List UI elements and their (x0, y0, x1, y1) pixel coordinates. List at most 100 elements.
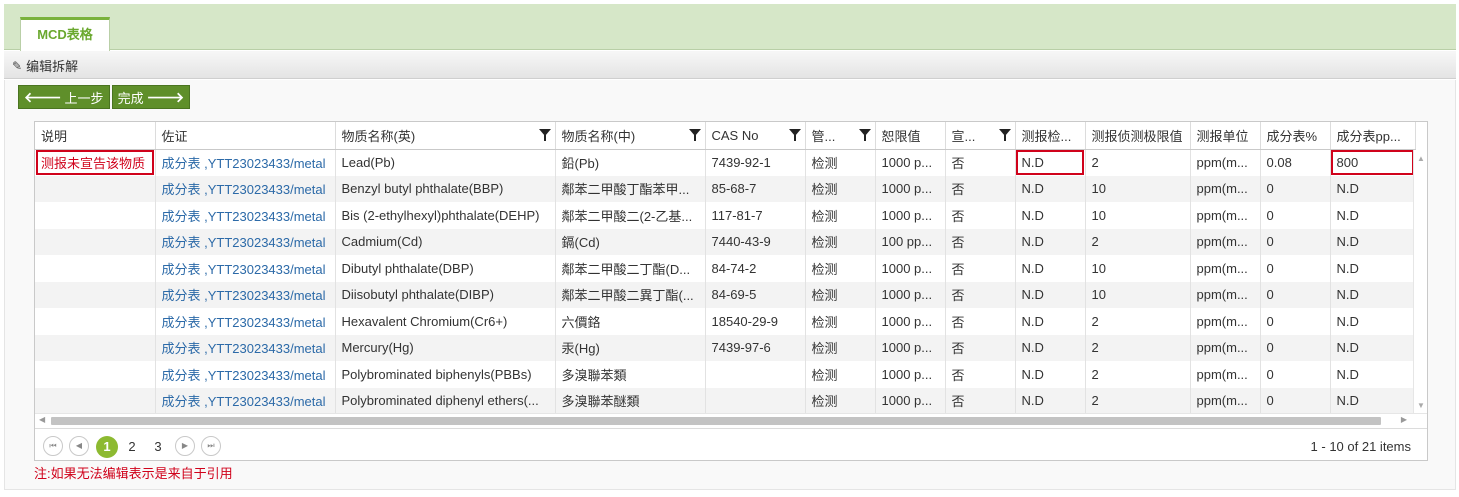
scroll-down-icon[interactable]: ▼ (1417, 401, 1425, 410)
cell-composition-percent: 0 (1260, 387, 1331, 414)
cell-report-unit: ppm(m... (1190, 308, 1261, 335)
cell-control: 检测 (805, 255, 876, 282)
table-row[interactable]: 成分表 ,YTT23023433/metal Mercury(Hg) 汞(Hg) 74… (35, 334, 1416, 361)
column-header-composition-ppm[interactable]: 成分表pp... (1330, 122, 1416, 150)
tab-bar: MCD表格 (4, 4, 1456, 51)
tab-mcd-table[interactable]: MCD表格 (20, 17, 110, 51)
cell-cas-no: 7439-92-1 (705, 149, 806, 176)
column-header-composition-percent[interactable]: 成分表% (1260, 122, 1331, 150)
filter-icon[interactable] (688, 129, 701, 141)
column-header-threshold[interactable]: 恕限值 (875, 122, 946, 150)
last-page-button[interactable]: ⏭ (201, 436, 221, 456)
first-page-button[interactable]: ⏮ (43, 436, 63, 456)
cell-evidence[interactable]: 成分表 ,YTT23023433/metal (155, 308, 336, 335)
table-row[interactable]: 成分表 ,YTT23023433/metal Bis (2-ethylhexyl)… (35, 202, 1416, 229)
cell-evidence[interactable]: 成分表 ,YTT23023433/metal (155, 149, 336, 176)
column-header-substance-cn[interactable]: 物质名称(中) (555, 122, 706, 150)
done-button[interactable]: 完成 🡒 (111, 85, 191, 109)
table-row[interactable]: 成分表 ,YTT23023433/metal Cadmium(Cd) 鎘(Cd) 74… (35, 228, 1416, 255)
cell-threshold: 1000 p... (875, 175, 946, 202)
cell-report-test: N.D (1015, 334, 1086, 361)
cell-substance-cn: 鎘(Cd) (555, 228, 706, 255)
cell-composition-percent: 0 (1260, 202, 1331, 229)
cell-composition-percent: 0 (1260, 334, 1331, 361)
cell-composition-ppm: 800 (1330, 149, 1416, 176)
cell-threshold: 100 pp... (875, 228, 946, 255)
cell-detection-limit: 2 (1085, 387, 1191, 414)
cell-threshold: 1000 p... (875, 361, 946, 388)
filter-icon[interactable] (538, 129, 551, 141)
cell-description (35, 175, 156, 202)
filter-icon[interactable] (998, 129, 1011, 141)
table-row[interactable]: 成分表 ,YTT23023433/metal Dibutyl phthalate(… (35, 255, 1416, 282)
filter-icon[interactable] (788, 129, 801, 141)
table-row[interactable]: 测报未宣告该物质 成分表 ,YTT23023433/metal Lead(Pb) 鉛(… (35, 149, 1416, 176)
cell-composition-percent: 0.08 (1260, 149, 1331, 176)
toolbar: ✎ 编辑拆解 (4, 51, 1456, 79)
column-header-substance-en[interactable]: 物质名称(英) (335, 122, 556, 150)
prev-page-button[interactable]: ◀ (69, 436, 89, 456)
next-page-button[interactable]: ▶ (175, 436, 195, 456)
horizontal-scrollbar[interactable]: ◀ ▶ (35, 413, 1427, 427)
cell-declared: 否 (945, 175, 1016, 202)
cell-declared: 否 (945, 281, 1016, 308)
scroll-up-icon[interactable]: ▲ (1417, 154, 1425, 163)
edit-icon: ✎ (12, 58, 23, 73)
cell-report-test: N.D (1015, 149, 1086, 176)
cell-substance-en: Hexavalent Chromium(Cr6+) (335, 308, 556, 335)
column-header-report-test[interactable]: 测报检... (1015, 122, 1086, 150)
column-header-control[interactable]: 管... (805, 122, 876, 150)
cell-threshold: 1000 p... (875, 308, 946, 335)
column-header-evidence[interactable]: 佐证 (155, 122, 336, 150)
cell-report-unit: ppm(m... (1190, 334, 1261, 361)
cell-report-test: N.D (1015, 281, 1086, 308)
table-row[interactable]: 成分表 ,YTT23023433/metal Benzyl butyl phtha… (35, 175, 1416, 202)
scroll-left-icon[interactable]: ◀ (39, 415, 45, 424)
cell-report-test: N.D (1015, 308, 1086, 335)
cell-evidence[interactable]: 成分表 ,YTT23023433/metal (155, 202, 336, 229)
cell-evidence[interactable]: 成分表 ,YTT23023433/metal (155, 334, 336, 361)
column-header-description[interactable]: 说明 (35, 122, 156, 150)
page-3-button[interactable]: 3 (147, 436, 169, 458)
column-header-detection-limit[interactable]: 测报侦测极限值 (1085, 122, 1191, 150)
horizontal-scroll-thumb[interactable] (51, 417, 1381, 425)
filter-icon[interactable] (858, 129, 871, 141)
cell-declared: 否 (945, 149, 1016, 176)
cell-evidence[interactable]: 成分表 ,YTT23023433/metal (155, 387, 336, 414)
edit-disassembly-button[interactable]: ✎ 编辑拆解 (12, 56, 78, 75)
cell-composition-ppm: N.D (1330, 202, 1416, 229)
cell-evidence[interactable]: 成分表 ,YTT23023433/metal (155, 361, 336, 388)
cell-substance-en: Lead(Pb) (335, 149, 556, 176)
cell-report-test: N.D (1015, 361, 1086, 388)
page-1-button[interactable]: 1 (96, 436, 118, 458)
page-2-button[interactable]: 2 (121, 436, 143, 458)
cell-control: 检测 (805, 175, 876, 202)
cell-report-unit: ppm(m... (1190, 175, 1261, 202)
scroll-right-icon[interactable]: ▶ (1401, 415, 1407, 424)
cell-report-unit: ppm(m... (1190, 361, 1261, 388)
previous-step-button[interactable]: 🡐 上一步 (18, 85, 110, 109)
cell-substance-cn: 汞(Hg) (555, 334, 706, 361)
cell-report-unit: ppm(m... (1190, 228, 1261, 255)
table-row[interactable]: 成分表 ,YTT23023433/metal Hexavalent Chromiu… (35, 308, 1416, 335)
cell-report-test: N.D (1015, 228, 1086, 255)
column-header-report-unit[interactable]: 测报单位 (1190, 122, 1261, 150)
vertical-scrollbar[interactable]: ▲ ▼ (1413, 150, 1427, 414)
table-row[interactable]: 成分表 ,YTT23023433/metal Diisobutyl phthala… (35, 281, 1416, 308)
cell-control: 检测 (805, 361, 876, 388)
table-row[interactable]: 成分表 ,YTT23023433/metal Polybrominated bip… (35, 361, 1416, 388)
cell-control: 检测 (805, 281, 876, 308)
cell-description (35, 281, 156, 308)
cell-cas-no: 7440-43-9 (705, 228, 806, 255)
cell-evidence[interactable]: 成分表 ,YTT23023433/metal (155, 255, 336, 282)
cell-composition-percent: 0 (1260, 228, 1331, 255)
cell-evidence[interactable]: 成分表 ,YTT23023433/metal (155, 228, 336, 255)
pager-info: 1 - 10 of 21 items (1310, 439, 1411, 454)
cell-evidence[interactable]: 成分表 ,YTT23023433/metal (155, 175, 336, 202)
cell-evidence[interactable]: 成分表 ,YTT23023433/metal (155, 281, 336, 308)
cell-control: 检测 (805, 387, 876, 414)
column-header-declared[interactable]: 宣... (945, 122, 1016, 150)
column-header-cas-no[interactable]: CAS No (705, 122, 806, 150)
cell-description (35, 255, 156, 282)
table-row[interactable]: 成分表 ,YTT23023433/metal Polybrominated dip… (35, 387, 1416, 414)
